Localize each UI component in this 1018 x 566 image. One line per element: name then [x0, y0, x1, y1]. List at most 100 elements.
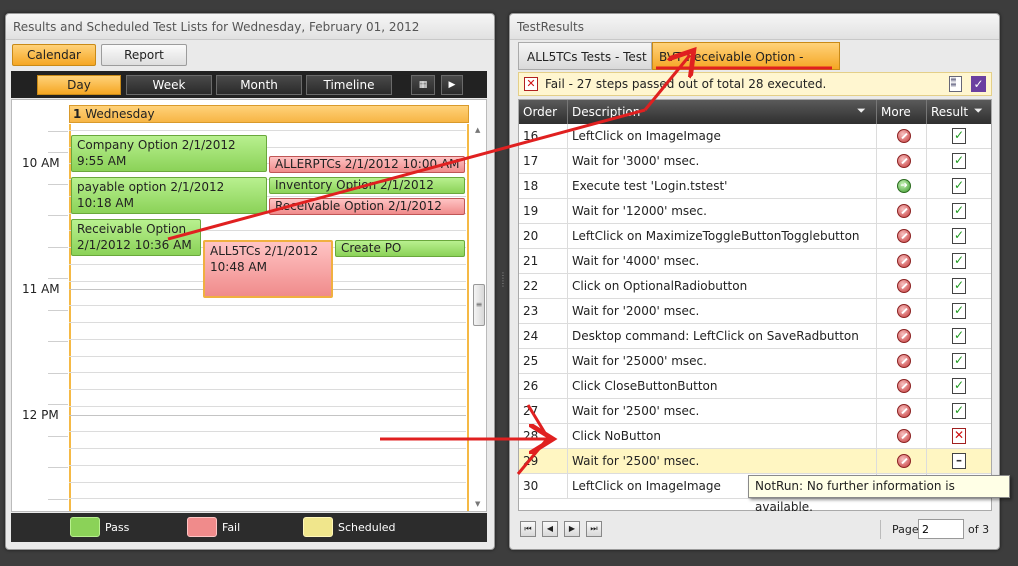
table-row[interactable]: 22 Click on OptionalRadiobutton ✓ — [519, 274, 991, 299]
more-info-icon[interactable] — [897, 404, 911, 418]
more-info-icon[interactable] — [897, 129, 911, 143]
description-filter-icon[interactable]: ⏷ — [857, 104, 866, 118]
result-cell: ✓ — [927, 124, 991, 148]
tab-day[interactable]: Day — [37, 75, 121, 95]
appointment-payable-option[interactable]: payable option 2/1/2012 10:18 AM — [71, 177, 267, 214]
calendar-button[interactable]: Calendar — [12, 44, 96, 66]
more-info-icon[interactable] — [897, 279, 911, 293]
scroll-up-icon[interactable]: ▲ — [475, 126, 480, 134]
description-cell: Wait for '12000' msec. — [568, 199, 877, 223]
tab-week[interactable]: Week — [126, 75, 212, 95]
pass-check-icon: ✓ — [952, 228, 966, 244]
more-cell — [877, 199, 927, 223]
more-cell — [877, 449, 927, 473]
breadcrumb-item-current[interactable]: BVT Receivable Option - Check... — [652, 42, 840, 92]
more-info-icon[interactable] — [897, 354, 911, 368]
table-row[interactable]: 23 Wait for '2000' msec. ✓ — [519, 299, 991, 324]
appointment-all5tcs[interactable]: ALL5TCs 2/1/2012 10:48 AM — [203, 240, 333, 298]
last-page-button[interactable]: ⏭ — [586, 521, 602, 537]
more-info-icon[interactable] — [897, 154, 911, 168]
column-header-description[interactable]: Description — [568, 100, 877, 124]
breadcrumb-item-test[interactable]: ALL5TCs Tests - Test 4 — [518, 42, 652, 92]
appointment-receivable-option-fail[interactable]: Receivable Option 2/1/2012 — [269, 198, 465, 215]
description-cell: Wait for '3000' msec. — [568, 149, 877, 173]
result-filter-icon[interactable]: ⏷ — [974, 104, 983, 118]
appointment-create-po[interactable]: Create PO — [335, 240, 465, 257]
grid-header: Order Description ⏷ More Result ⏷ — [519, 100, 991, 124]
day-calendar: 1 Wednesday 10 AM 11 AM 12 PM Company Op… — [11, 99, 487, 512]
fail-icon: ✕ — [524, 77, 538, 91]
more-info-icon[interactable] — [897, 454, 911, 468]
order-cell: 25 — [519, 349, 568, 373]
result-cell: ✓ — [927, 399, 991, 423]
appointment-allerptcs[interactable]: ALLERPTCs 2/1/2012 10:00 AM — [269, 156, 465, 173]
description-cell: Click CloseButtonButton — [568, 374, 877, 398]
pass-check-icon: ✓ — [952, 128, 966, 144]
table-row[interactable]: 18 Execute test 'Login.tstest' ➜ ✓ — [519, 174, 991, 199]
first-page-button[interactable]: ⏮ — [520, 521, 536, 537]
next-page-button[interactable]: ▶ — [564, 521, 580, 537]
pass-check-icon: ✓ — [952, 178, 966, 194]
table-row[interactable]: 21 Wait for '4000' msec. ✓ — [519, 249, 991, 274]
splitter-handle[interactable]: ⋮ ⋮ — [499, 272, 507, 296]
table-row[interactable]: 26 Click CloseButtonButton ✓ — [519, 374, 991, 399]
more-cell — [877, 374, 927, 398]
check-icon[interactable]: ✓ — [971, 76, 986, 92]
description-cell: Click NoButton — [568, 424, 877, 448]
result-cell: ✓ — [927, 274, 991, 298]
tab-month[interactable]: Month — [216, 75, 302, 95]
table-row[interactable]: 29 Wait for '2500' msec. – — [519, 449, 991, 474]
prev-page-button[interactable]: ◀ — [542, 521, 558, 537]
tab-timeline[interactable]: Timeline — [306, 75, 392, 95]
report-doc-icon[interactable]: ≡ ≡ — [949, 76, 962, 92]
order-cell: 23 — [519, 299, 568, 323]
column-header-order[interactable]: Order — [519, 100, 568, 124]
next-arrow-icon[interactable]: ▶ — [441, 75, 463, 95]
more-info-icon[interactable] — [897, 229, 911, 243]
more-info-icon[interactable] — [897, 429, 911, 443]
result-cell: ✓ — [927, 299, 991, 323]
order-cell: 28 — [519, 424, 568, 448]
more-cell: ➜ — [877, 174, 927, 198]
description-cell: Wait for '2000' msec. — [568, 299, 877, 323]
more-info-icon[interactable] — [897, 379, 911, 393]
view-switcher: Day Week Month Timeline ▦ ▶ — [11, 71, 487, 98]
scroll-down-icon[interactable]: ▼ — [475, 500, 480, 508]
legend-scheduled-label: Scheduled — [338, 521, 396, 534]
more-info-icon[interactable] — [897, 254, 911, 268]
table-row[interactable]: 16 LeftClick on ImageImage ✓ — [519, 124, 991, 149]
table-row[interactable]: 20 LeftClick on MaximizeToggleButtonTogg… — [519, 224, 991, 249]
appointment-receivable-option[interactable]: Receivable Option 2/1/2012 10:36 AM — [71, 219, 201, 256]
column-header-more[interactable]: More — [877, 100, 927, 124]
table-row[interactable]: 25 Wait for '25000' msec. ✓ — [519, 349, 991, 374]
page-number-input[interactable] — [918, 519, 964, 539]
description-cell: Wait for '25000' msec. — [568, 349, 877, 373]
table-row[interactable]: 27 Wait for '2500' msec. ✓ — [519, 399, 991, 424]
result-cell: ✓ — [927, 199, 991, 223]
navigate-arrow-icon[interactable]: ➜ — [897, 179, 911, 193]
grid-view-icon[interactable]: ▦ — [411, 75, 435, 95]
hour-label-11am: 11 AM — [22, 282, 60, 296]
table-row[interactable]: 24 Desktop command: LeftClick on SaveRad… — [519, 324, 991, 349]
appointment-company-option[interactable]: Company Option 2/1/2012 9:55 AM — [71, 135, 267, 172]
order-cell: 29 — [519, 449, 568, 473]
more-info-icon[interactable] — [897, 329, 911, 343]
order-cell: 30 — [519, 474, 568, 498]
report-button[interactable]: Report — [101, 44, 187, 66]
calendar-scrollbar[interactable]: ▲ ≡ ▼ — [472, 124, 486, 511]
fail-x-icon: ✕ — [952, 428, 966, 444]
table-row[interactable]: 19 Wait for '12000' msec. ✓ — [519, 199, 991, 224]
result-cell: ✓ — [927, 249, 991, 273]
more-info-icon[interactable] — [897, 304, 911, 318]
page-label: Page — [892, 523, 919, 536]
scroll-thumb[interactable]: ≡ — [473, 284, 485, 326]
legend-fail-swatch — [187, 517, 217, 537]
page-count: of 3 — [968, 523, 990, 536]
result-cell: ✓ — [927, 224, 991, 248]
table-row[interactable]: 17 Wait for '3000' msec. ✓ — [519, 149, 991, 174]
description-cell: Desktop command: LeftClick on SaveRadbut… — [568, 324, 877, 348]
result-cell: ✓ — [927, 149, 991, 173]
table-row[interactable]: 28 Click NoButton ✕ — [519, 424, 991, 449]
more-info-icon[interactable] — [897, 204, 911, 218]
appointment-inventory-option[interactable]: Inventory Option 2/1/2012 — [269, 177, 465, 194]
